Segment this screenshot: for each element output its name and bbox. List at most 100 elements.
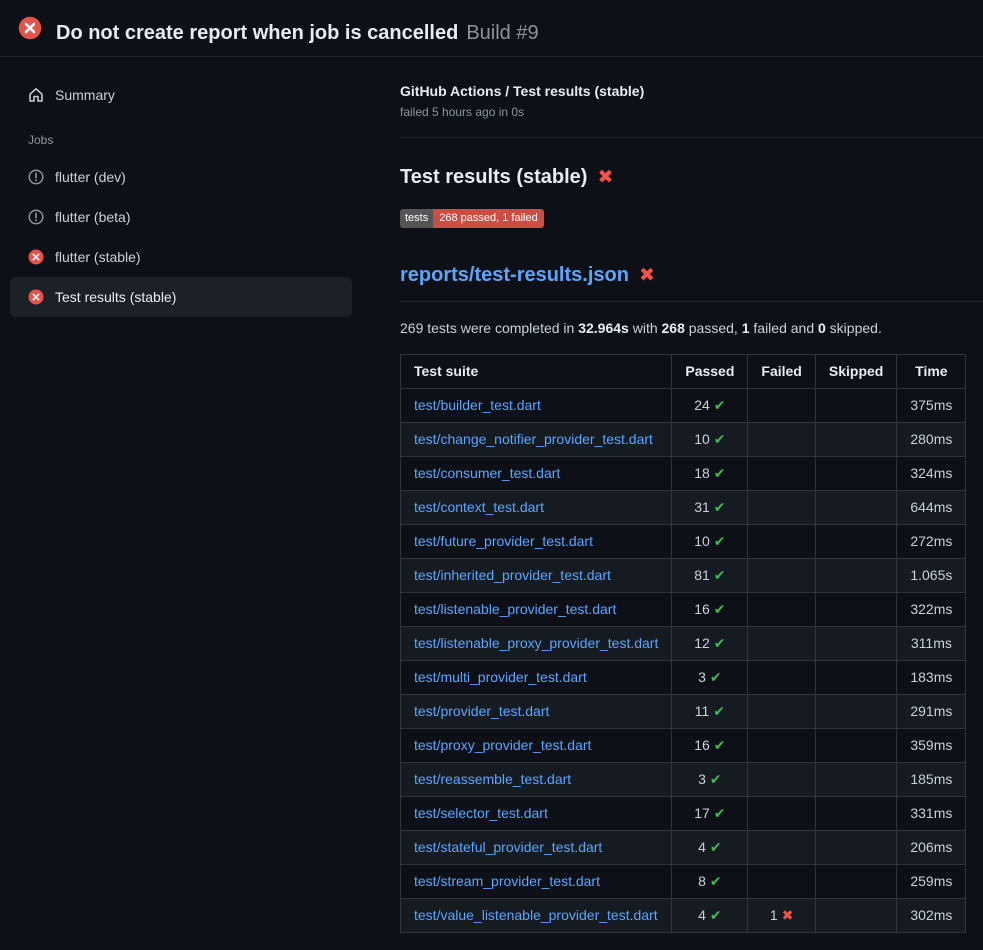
table-row: test/value_listenable_provider_test.dart… (401, 899, 966, 933)
passed-cell: 3✔ (672, 763, 748, 797)
check-icon: ✔ (714, 397, 726, 413)
jobs-section-label: Jobs (10, 133, 352, 147)
passed-count: 12 (694, 635, 710, 651)
skipped-cell (815, 627, 896, 661)
suite-link[interactable]: test/builder_test.dart (414, 397, 541, 413)
failed-cell (748, 593, 815, 627)
failed-cell (748, 661, 815, 695)
time-cell: 331ms (897, 797, 966, 831)
table-row: test/builder_test.dart 24✔ 375ms (401, 389, 966, 423)
suite-link[interactable]: test/provider_test.dart (414, 703, 549, 719)
time-cell: 359ms (897, 729, 966, 763)
run-build-number: Build #9 (466, 22, 538, 44)
col-header-test-suite: Test suite (401, 355, 672, 389)
report-title: reports/test-results.json✖ (400, 262, 983, 302)
time-cell: 324ms (897, 457, 966, 491)
check-icon: ✔ (710, 771, 722, 787)
table-row: test/listenable_proxy_provider_test.dart… (401, 627, 966, 661)
main-content: GitHub Actions / Test results (stable) f… (400, 57, 983, 950)
table-row: test/selector_test.dart 17✔ 331ms (401, 797, 966, 831)
passed-cell: 10✔ (672, 423, 748, 457)
summary-suffix: skipped. (826, 320, 882, 336)
failed-cell (748, 559, 815, 593)
passed-cell: 18✔ (672, 457, 748, 491)
section-title-text: Test results (stable) (400, 166, 587, 188)
passed-cell: 11✔ (672, 695, 748, 729)
time-cell: 272ms (897, 525, 966, 559)
summary-duration: 32.964s (578, 320, 629, 336)
time-cell: 206ms (897, 831, 966, 865)
failed-cell (748, 797, 815, 831)
check-icon: ✔ (710, 669, 722, 685)
summary-line: 269 tests were completed in 32.964s with… (400, 318, 951, 338)
results-table: Test suite Passed Failed Skipped Time te… (400, 354, 966, 933)
suite-link[interactable]: test/multi_provider_test.dart (414, 669, 587, 685)
passed-count: 3 (698, 771, 706, 787)
check-icon: ✔ (714, 533, 726, 549)
run-title: Do not create report when job is cancell… (56, 22, 458, 44)
suite-link[interactable]: test/proxy_provider_test.dart (414, 737, 591, 753)
failed-cell (748, 695, 815, 729)
time-cell: 644ms (897, 491, 966, 525)
failed-count: 1 (770, 907, 778, 923)
table-header-row: Test suite Passed Failed Skipped Time (401, 355, 966, 389)
passed-count: 31 (694, 499, 710, 515)
time-cell: 291ms (897, 695, 966, 729)
suite-link[interactable]: test/listenable_provider_test.dart (414, 601, 616, 617)
sidebar-item-label: Summary (55, 87, 115, 103)
suite-link[interactable]: test/reassemble_test.dart (414, 771, 571, 787)
suite-link[interactable]: test/future_provider_test.dart (414, 533, 593, 549)
home-icon (28, 87, 44, 103)
passed-count: 17 (694, 805, 710, 821)
suite-link[interactable]: test/consumer_test.dart (414, 465, 560, 481)
table-row: test/stateful_provider_test.dart 4✔ 206m… (401, 831, 966, 865)
skipped-cell (815, 491, 896, 525)
failed-cell (748, 491, 815, 525)
table-row: test/reassemble_test.dart 3✔ 185ms (401, 763, 966, 797)
suite-link[interactable]: test/selector_test.dart (414, 805, 548, 821)
check-icon: ✔ (713, 703, 725, 719)
sidebar-item-flutter-stable[interactable]: flutter (stable) (10, 237, 352, 277)
report-link[interactable]: reports/test-results.json (400, 264, 629, 286)
run-title-line: Do not create report when job is cancell… (56, 10, 539, 47)
skipped-cell (815, 457, 896, 491)
sidebar-item-test-results-stable[interactable]: Test results (stable) (10, 277, 352, 317)
passed-cell: 12✔ (672, 627, 748, 661)
suite-link[interactable]: test/inherited_provider_test.dart (414, 567, 611, 583)
suite-link[interactable]: test/change_notifier_provider_test.dart (414, 431, 653, 447)
sidebar-item-flutter-beta[interactable]: flutter (beta) (10, 197, 352, 237)
suite-link[interactable]: test/stream_provider_test.dart (414, 873, 600, 889)
col-header-passed: Passed (672, 355, 748, 389)
suite-link[interactable]: test/stateful_provider_test.dart (414, 839, 602, 855)
skipped-cell (815, 525, 896, 559)
sidebar-item-flutter-dev[interactable]: flutter (dev) (10, 157, 352, 197)
skipped-cell (815, 865, 896, 899)
sidebar-item-label: flutter (beta) (55, 209, 130, 225)
tests-badge: tests268 passed, 1 failed (400, 209, 544, 228)
check-icon: ✔ (714, 465, 726, 481)
check-icon: ✔ (710, 907, 722, 923)
skipped-cell (815, 831, 896, 865)
check-icon: ✔ (714, 601, 726, 617)
suite-link[interactable]: test/context_test.dart (414, 499, 544, 515)
check-icon: ✔ (710, 839, 722, 855)
skipped-cell (815, 559, 896, 593)
x-icon: ✖ (782, 907, 794, 923)
suite-link[interactable]: test/listenable_proxy_provider_test.dart (414, 635, 658, 651)
time-cell: 1.065s (897, 559, 966, 593)
summary-mid1: with (629, 320, 662, 336)
sidebar-item-summary[interactable]: Summary (10, 77, 352, 113)
check-icon: ✔ (714, 499, 726, 515)
col-header-time: Time (897, 355, 966, 389)
check-icon: ✔ (710, 873, 722, 889)
failed-cell (748, 525, 815, 559)
skipped-cell (815, 593, 896, 627)
passed-count: 18 (694, 465, 710, 481)
passed-count: 81 (694, 567, 710, 583)
passed-count: 11 (695, 703, 710, 719)
check-icon: ✔ (714, 805, 726, 821)
summary-prefix: 269 tests were completed in (400, 320, 578, 336)
skipped-cell (815, 389, 896, 423)
col-header-failed: Failed (748, 355, 815, 389)
suite-link[interactable]: test/value_listenable_provider_test.dart (414, 907, 658, 923)
